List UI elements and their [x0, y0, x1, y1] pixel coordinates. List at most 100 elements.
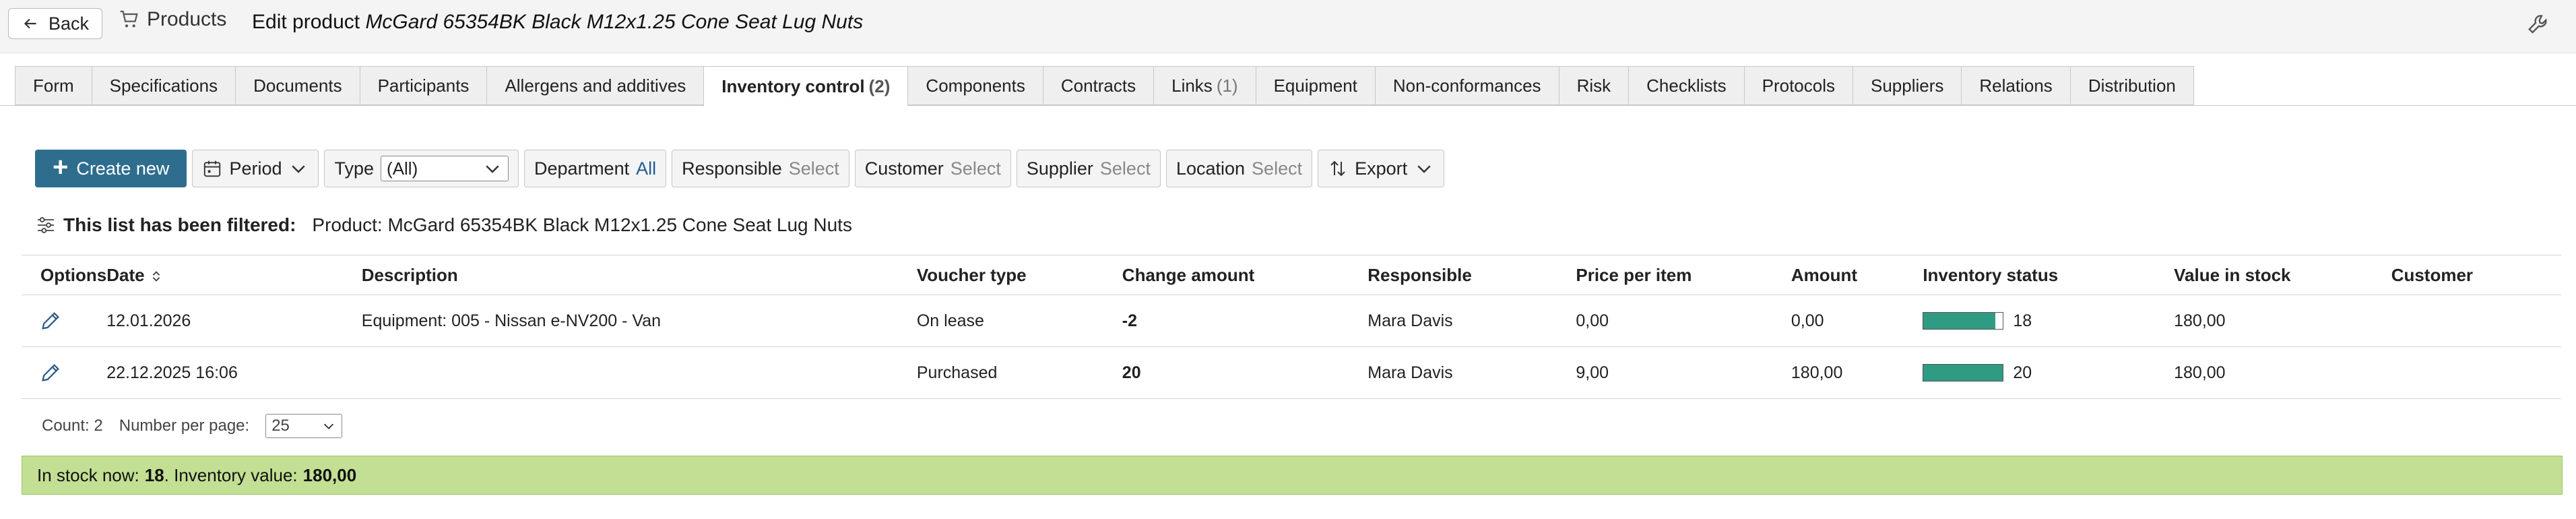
col-customer: Customer: [2391, 255, 2561, 295]
tab-allergens-and-additives[interactable]: Allergens and additives: [486, 66, 704, 105]
date-cell: 12.01.2026: [106, 295, 362, 347]
tab-label: Protocols: [1762, 75, 1835, 96]
filter-sliders-icon: [38, 217, 54, 233]
toolbar: + Create new Period Type (All) Departmen…: [35, 150, 1445, 187]
tab-protocols[interactable]: Protocols: [1743, 66, 1853, 105]
back-button[interactable]: Back: [8, 8, 102, 39]
responsible-link[interactable]: Mara Davis: [1367, 295, 1576, 347]
export-label: Export: [1355, 158, 1408, 179]
col-date[interactable]: Date: [106, 255, 362, 295]
tab-checklists[interactable]: Checklists: [1628, 66, 1744, 105]
create-new-label: Create new: [76, 158, 170, 179]
tab-label: Contracts: [1060, 75, 1136, 96]
amount-cell: 0,00: [1791, 295, 1923, 347]
tab-label: Risk: [1576, 75, 1611, 96]
tab-label: Non-conformances: [1392, 75, 1541, 96]
tab-non-conformances[interactable]: Non-conformances: [1374, 66, 1559, 105]
responsible-label: Responsible: [682, 158, 782, 179]
tab-relations[interactable]: Relations: [1961, 66, 2070, 105]
tab-specifications[interactable]: Specifications: [91, 66, 236, 105]
department-value: All: [636, 158, 657, 179]
inventory-count: 18: [2013, 311, 2032, 330]
voucher-type-cell: On lease: [916, 295, 1122, 347]
page-title: Edit product McGard 65354BK Black M12x1.…: [252, 11, 863, 34]
create-new-button[interactable]: + Create new: [35, 150, 187, 187]
customer-cell: [2391, 295, 2561, 347]
col-value-in-stock: Value in stock: [2174, 255, 2391, 295]
location-filter[interactable]: Location Select: [1165, 150, 1313, 187]
arrow-left-icon: [24, 18, 36, 29]
value-in-stock-cell: 180,00: [2174, 295, 2391, 347]
pencil-icon[interactable]: [39, 309, 62, 332]
filter-label: This list has been filtered:: [63, 214, 296, 235]
department-filter[interactable]: Department All: [524, 150, 667, 187]
voucher-type-cell: Purchased: [916, 346, 1122, 399]
breadcrumb-products[interactable]: Products: [119, 8, 226, 31]
tab-form[interactable]: Form: [15, 66, 92, 105]
tab-distribution[interactable]: Distribution: [2069, 66, 2194, 105]
export-dropdown[interactable]: Export: [1318, 150, 1445, 187]
tab-components[interactable]: Components: [907, 66, 1043, 105]
tab-contracts[interactable]: Contracts: [1042, 66, 1154, 105]
tab-label: Documents: [253, 75, 342, 96]
tab-inventory-control[interactable]: Inventory control (2): [703, 66, 908, 106]
type-label: Type: [334, 158, 375, 179]
customer-value: Select: [950, 158, 1001, 179]
inventory-status: 20: [1923, 363, 2174, 383]
period-label: Period: [229, 158, 282, 179]
summary-value: 180,00: [302, 464, 357, 485]
tab-risk[interactable]: Risk: [1558, 66, 1629, 105]
back-button-label: Back: [48, 13, 90, 34]
pencil-icon[interactable]: [39, 361, 62, 384]
change-amount-cell: -2: [1122, 295, 1368, 347]
amount-cell: 180,00: [1791, 346, 1923, 399]
chevron-down-icon: [324, 423, 334, 429]
col-date-label: Date: [106, 264, 145, 285]
type-filter: Type (All): [324, 150, 519, 187]
col-change-amount: Change amount: [1122, 255, 1368, 295]
summary-mid: . Inventory value:: [164, 464, 298, 485]
row-count: Count: 2: [42, 417, 103, 435]
options-cell: [22, 295, 107, 347]
tab-documents[interactable]: Documents: [235, 66, 360, 105]
customer-filter[interactable]: Customer Select: [854, 150, 1011, 187]
inventory-table: Options Date Description Voucher type Ch…: [22, 255, 2561, 399]
tab-participants[interactable]: Participants: [359, 66, 487, 105]
calendar-icon: [204, 160, 221, 177]
chevron-down-icon: [486, 165, 499, 173]
chevron-down-icon: [292, 165, 306, 173]
per-page-select[interactable]: 25: [265, 414, 343, 438]
inventory-bar: [1923, 312, 2004, 330]
location-label: Location: [1176, 158, 1246, 179]
description-cell: Equipment: 005 - Nissan e-NV200 - Van: [361, 295, 917, 347]
tab-label: Suppliers: [1871, 75, 1944, 96]
responsible-filter[interactable]: Responsible Select: [672, 150, 849, 187]
tab-label: Distribution: [2088, 75, 2176, 96]
responsible-value: Select: [788, 158, 839, 179]
tab-equipment[interactable]: Equipment: [1255, 66, 1375, 105]
type-select[interactable]: (All): [381, 156, 509, 181]
tab-suppliers[interactable]: Suppliers: [1853, 66, 1962, 105]
sort-icon: [152, 270, 160, 282]
tab-links[interactable]: Links (1): [1153, 66, 1256, 105]
period-dropdown[interactable]: Period: [192, 150, 319, 187]
inventory-status-cell: 20: [1923, 346, 2175, 399]
inventory-status-cell: 18: [1923, 295, 2175, 347]
stock-summary: In stock now: 18. Inventory value: 180,0…: [22, 456, 2563, 495]
description-cell: [361, 346, 917, 399]
per-page-label: Number per page:: [119, 417, 250, 435]
supplier-label: Supplier: [1026, 158, 1093, 179]
table-row: 22.12.2025 16:06 Purchased 20 Mara Davis…: [22, 346, 2561, 399]
responsible-link[interactable]: Mara Davis: [1367, 346, 1576, 399]
inventory-bar: [1923, 364, 2004, 381]
tab-count: (1): [1216, 75, 1238, 96]
plus-icon: +: [53, 152, 69, 182]
tab-label: Checklists: [1646, 75, 1727, 96]
top-bar: Back Products Edit product McGard 65354B…: [0, 0, 2576, 53]
wrench-icon[interactable]: [2526, 12, 2552, 38]
cart-icon: [120, 10, 138, 28]
tab-label: Equipment: [1273, 75, 1357, 96]
tab-label: Form: [33, 75, 74, 96]
supplier-filter[interactable]: Supplier Select: [1016, 150, 1161, 187]
table-header-row: Options Date Description Voucher type Ch…: [22, 255, 2561, 295]
